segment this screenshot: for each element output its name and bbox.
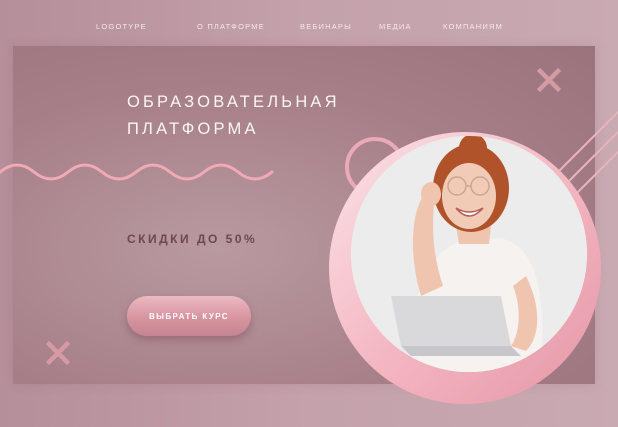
woman-with-laptop-illustration	[351, 136, 587, 372]
cross-icon	[537, 68, 561, 92]
hero-title: ОБРАЗОВАТЕЛЬНАЯ ПЛАТФОРМА	[127, 89, 387, 143]
hero-title-line-2: ПЛАТФОРМА	[127, 120, 259, 138]
wave-decoration	[0, 163, 274, 181]
hero-title-line-1: ОБРАЗОВАТЕЛЬНАЯ	[127, 93, 340, 111]
hero-photo	[351, 136, 587, 372]
discount-text: СКИДКИ ДО 50%	[127, 232, 258, 246]
nav-item-media[interactable]: МЕДИА	[379, 22, 412, 31]
cross-icon	[46, 341, 70, 365]
nav-item-companies[interactable]: КОМПАНИЯМ	[443, 22, 503, 31]
choose-course-button[interactable]: ВЫБРАТЬ КУРС	[127, 296, 251, 336]
logo[interactable]: LOGOTYPE	[96, 22, 147, 31]
nav-item-webinars[interactable]: ВЕБИНАРЫ	[300, 22, 352, 31]
nav-item-about-platform[interactable]: О ПЛАТФОРМЕ	[197, 22, 265, 31]
top-navigation: LOGOTYPE О ПЛАТФОРМЕ ВЕБИНАРЫ МЕДИА КОМП…	[0, 0, 618, 46]
